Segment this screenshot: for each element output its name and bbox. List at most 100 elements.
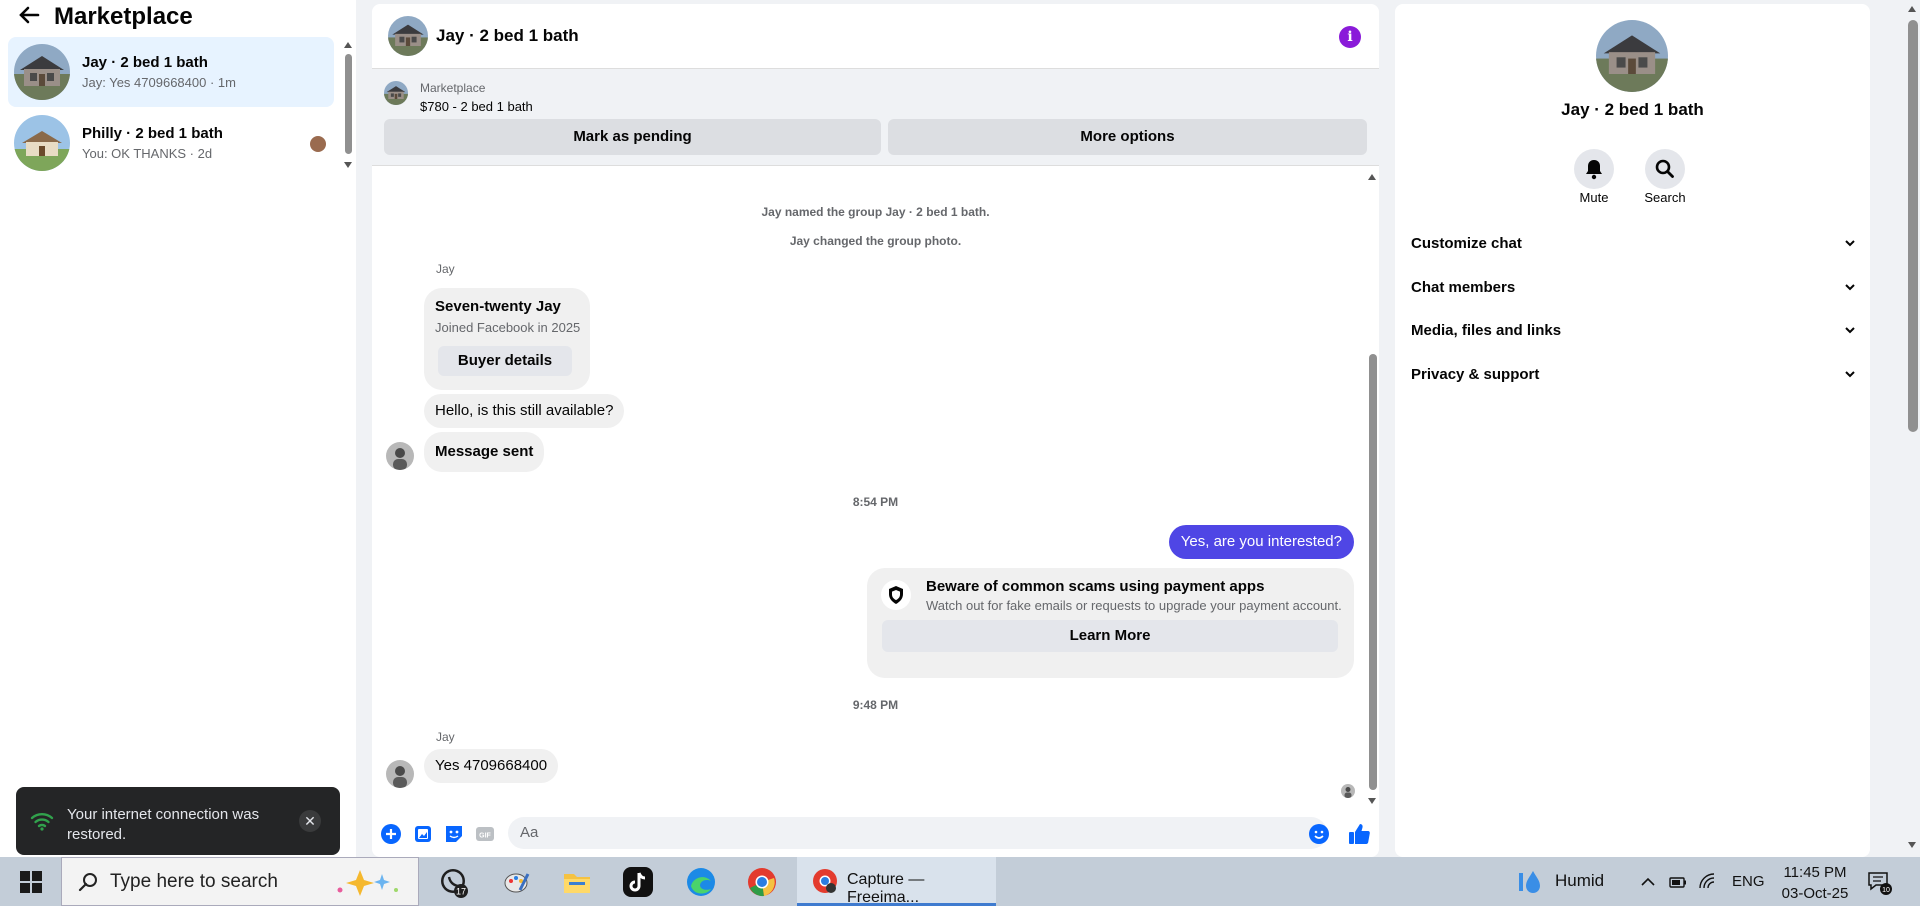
- avatar[interactable]: [386, 442, 414, 470]
- shield-icon: [881, 580, 911, 610]
- search-button[interactable]: [1645, 149, 1685, 189]
- chat-title[interactable]: Jay · 2 bed 1 bath: [436, 26, 579, 46]
- message-composer: GIF Aa: [372, 811, 1379, 857]
- plus-icon[interactable]: [380, 823, 402, 845]
- seen-avatar: [310, 136, 326, 152]
- taskbar-active-app[interactable]: Capture — Freeima...: [797, 857, 996, 906]
- scam-warning-card: Beware of common scams using payment app…: [867, 568, 1354, 678]
- message-bubble: Message sent: [424, 432, 545, 472]
- chevron-down-icon: [1845, 284, 1855, 291]
- paint-icon[interactable]: [500, 866, 532, 898]
- conversation-name: Philly · 2 bed 1 bath: [82, 125, 223, 142]
- conversation-preview: Jay: Yes 4709668400 · 1m: [82, 75, 236, 90]
- water-drop-icon[interactable]: [1515, 867, 1545, 897]
- conversation-item-philly[interactable]: Philly · 2 bed 1 bath You: OK THANKS · 2…: [8, 108, 334, 178]
- section-media-files-links[interactable]: Media, files and links: [1411, 310, 1856, 350]
- notification-center-icon[interactable]: 10: [1866, 869, 1892, 895]
- wifi-icon: [30, 813, 54, 831]
- search-label: Search: [1644, 190, 1686, 205]
- photo-icon[interactable]: [412, 823, 434, 845]
- clock[interactable]: 11:45 PM 03-Oct-25: [1775, 862, 1855, 904]
- scroll-up-icon[interactable]: [343, 40, 353, 50]
- system-message: Jay named the group Jay · 2 bed 1 bath.: [761, 205, 990, 219]
- buyer-joined: Joined Facebook in 2025: [435, 320, 581, 335]
- read-receipt-avatar: [1341, 784, 1355, 798]
- sidebar-scrollbar[interactable]: [343, 40, 353, 170]
- listing-thumbnail: [384, 81, 408, 105]
- windows-start-icon[interactable]: [20, 871, 42, 893]
- group-name: Jay · 2 bed 1 bath: [1561, 100, 1704, 119]
- mark-pending-button[interactable]: Mark as pending: [384, 119, 881, 155]
- svg-text:GIF: GIF: [479, 833, 491, 840]
- chevron-down-icon: [1845, 327, 1855, 334]
- learn-more-button[interactable]: Learn More: [882, 620, 1338, 652]
- toast-text: Your internet connection was restored.: [67, 806, 260, 843]
- chevron-up-icon[interactable]: [1638, 872, 1658, 892]
- whatsapp-badge-count: 17: [456, 887, 466, 897]
- section-privacy-support[interactable]: Privacy & support: [1411, 354, 1856, 394]
- file-explorer-icon[interactable]: [561, 866, 593, 898]
- listing-source: Marketplace: [420, 81, 486, 95]
- chrome-icon: [813, 869, 837, 893]
- emoji-icon[interactable]: [1309, 824, 1329, 844]
- notification-count: 10: [1882, 887, 1890, 894]
- sender-name: Jay: [436, 730, 455, 744]
- active-app-label: Capture — Freeima...: [847, 871, 925, 906]
- chat-scrollbar[interactable]: [1365, 170, 1379, 811]
- page-scrollbar[interactable]: [1904, 0, 1920, 857]
- group-avatar[interactable]: [1596, 20, 1668, 92]
- sidebar-title: Marketplace: [54, 3, 193, 30]
- language-indicator[interactable]: ENG: [1732, 873, 1765, 890]
- scroll-down-icon[interactable]: [1905, 840, 1919, 850]
- network-icon[interactable]: [1698, 872, 1718, 892]
- sparkle-icon: [337, 870, 398, 896]
- listing-thumbnail: [14, 44, 70, 100]
- section-label: Chat members: [1411, 278, 1516, 296]
- scroll-up-icon[interactable]: [1905, 4, 1919, 14]
- listing-thumbnail: [14, 115, 70, 171]
- timestamp: 9:48 PM: [852, 698, 899, 712]
- info-icon[interactable]: i: [1339, 26, 1361, 48]
- back-arrow-icon[interactable]: [18, 4, 48, 30]
- scroll-up-icon[interactable]: [1367, 172, 1377, 182]
- more-options-button[interactable]: More options: [888, 119, 1367, 155]
- clock-time: 11:45 PM: [1783, 864, 1847, 881]
- buyer-details-button[interactable]: Buyer details: [438, 346, 572, 376]
- thumbs-up-icon[interactable]: [1347, 822, 1371, 846]
- windows-taskbar: Type here to search 17 Capture — Freeima…: [0, 857, 1920, 906]
- warning-title: Beware of common scams using payment app…: [926, 578, 1265, 595]
- battery-icon[interactable]: [1668, 872, 1688, 892]
- whatsapp-icon[interactable]: 17: [437, 866, 469, 898]
- tiktok-icon[interactable]: [622, 866, 654, 898]
- section-chat-members[interactable]: Chat members: [1411, 267, 1856, 307]
- sticker-icon[interactable]: [443, 823, 465, 845]
- chrome-icon[interactable]: [746, 866, 778, 898]
- avatar[interactable]: [386, 760, 414, 788]
- mute-button[interactable]: [1574, 149, 1614, 189]
- buyer-profile-card: Seven-twenty Jay Joined Facebook in 2025…: [424, 288, 590, 390]
- conversation-item-jay[interactable]: Jay · 2 bed 1 bath Jay: Yes 4709668400 ·…: [8, 37, 334, 107]
- warning-description: Watch out for fake emails or requests to…: [926, 598, 1342, 613]
- chevron-down-icon: [1845, 371, 1855, 378]
- sender-name: Jay: [436, 262, 455, 276]
- sidebar-header: Marketplace: [0, 0, 356, 34]
- close-icon[interactable]: ✕: [299, 810, 321, 832]
- connection-toast: Your internet connection was restored. ✕: [16, 787, 340, 855]
- taskbar-search-box[interactable]: Type here to search: [61, 857, 419, 906]
- timestamp: 8:54 PM: [852, 495, 899, 509]
- weather-label[interactable]: Humid: [1555, 871, 1604, 891]
- chat-panel: Jay · 2 bed 1 bath i Marketplace $780 - …: [372, 4, 1379, 857]
- message-input[interactable]: Aa: [508, 817, 1327, 849]
- scroll-down-icon[interactable]: [343, 160, 353, 170]
- gif-icon[interactable]: GIF: [474, 823, 496, 845]
- message-bubble: Yes 4709668400: [424, 749, 559, 783]
- chat-header: Jay · 2 bed 1 bath i: [372, 4, 1379, 69]
- listing-price-title[interactable]: $780 - 2 bed 1 bath: [420, 99, 533, 114]
- section-customize-chat[interactable]: Customize chat: [1411, 223, 1856, 263]
- buyer-name: Seven-twenty Jay: [435, 298, 561, 315]
- chat-avatar[interactable]: [388, 16, 428, 56]
- section-label: Customize chat: [1411, 234, 1522, 252]
- scroll-down-icon[interactable]: [1367, 796, 1377, 806]
- taskbar-search-placeholder: Type here to search: [110, 871, 278, 892]
- edge-icon[interactable]: [685, 866, 717, 898]
